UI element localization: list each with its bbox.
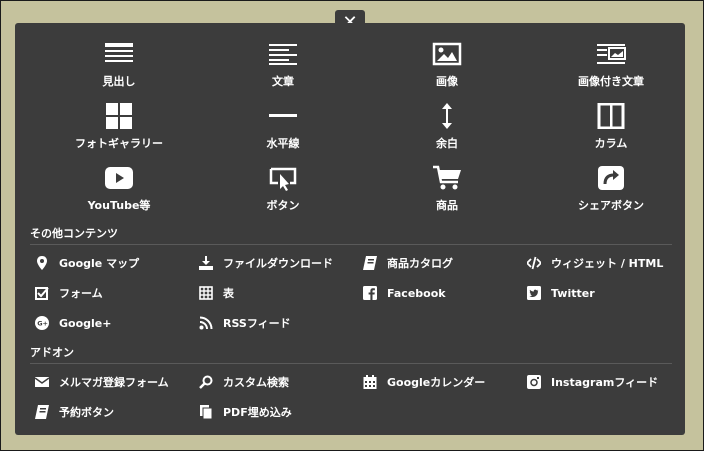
item-google-plus[interactable]: G+ Google+ [35,308,199,338]
item-label: カスタム検索 [223,376,289,389]
tile-label: フォトギャラリー [75,137,163,150]
tile-image-text[interactable]: 画像付き文章 [529,37,693,99]
rss-icon [199,316,213,330]
search-icon [199,375,213,389]
item-form[interactable]: フォーム [35,278,199,308]
content-type-grid: 見出し 文章 画像 画像付き文章 フォトギャラリー 水平線 余白 カラム You… [37,37,693,223]
catalog-icon [363,256,377,270]
item-label: PDF埋め込み [223,406,292,419]
item-label: Facebook [387,286,446,300]
item-label: 商品カタログ [387,257,453,270]
item-custom-search[interactable]: カスタム検索 [199,367,363,397]
content-picker-panel: 見出し 文章 画像 画像付き文章 フォトギャラリー 水平線 余白 カラム You… [15,23,685,435]
tile-label: 余白 [436,137,458,150]
svg-text:G+: G+ [37,320,48,328]
item-pdf-embed[interactable]: PDF埋め込み [199,397,363,427]
item-table[interactable]: 表 [199,278,363,308]
addons-list: メルマガ登録フォーム カスタム検索 Googleカレンダー Instagramフ… [35,367,691,427]
facebook-icon [363,286,377,300]
calendar-icon [363,375,377,389]
tile-share[interactable]: シェアボタン [529,161,693,223]
tile-horizontal-line[interactable]: 水平線 [201,99,365,161]
twitter-icon [527,286,541,300]
mail-icon [35,377,49,387]
instagram-icon [527,375,541,389]
columns-icon [597,103,625,129]
gallery-icon [106,103,132,129]
item-label: 予約ボタン [59,406,114,419]
other-contents-list: Google マップ ファイルダウンロード 商品カタログ ウィジェット / HT… [35,248,691,338]
item-label: RSSフィード [223,317,291,330]
tile-heading[interactable]: 見出し [37,37,201,99]
item-label: 表 [223,287,234,300]
item-label: ウィジェット / HTML [551,257,664,270]
tile-label: ボタン [266,199,300,212]
tile-label: 画像付き文章 [578,75,644,88]
tile-spacer[interactable]: 余白 [365,99,529,161]
tile-product[interactable]: 商品 [365,161,529,223]
item-google-map[interactable]: Google マップ [35,248,199,278]
reservation-book-icon [35,405,49,419]
item-file-download[interactable]: ファイルダウンロード [199,248,363,278]
horizontal-line-icon [269,114,297,117]
item-instagram-feed[interactable]: Instagramフィード [527,367,691,397]
item-label: フォーム [59,287,103,300]
tile-label: 見出し [102,75,136,88]
item-label: ファイルダウンロード [223,257,333,270]
table-icon [199,286,213,300]
item-rss-feed[interactable]: RSSフィード [199,308,363,338]
item-label: Instagramフィード [551,376,659,389]
item-product-catalog[interactable]: 商品カタログ [363,248,527,278]
section-title-addons: アドオン [30,344,672,364]
tile-label: シェアボタン [578,199,644,212]
item-label: Google+ [59,316,112,330]
text-icon [269,44,297,65]
tile-label: 文章 [272,75,294,88]
image-icon [432,42,462,66]
tile-text[interactable]: 文章 [201,37,365,99]
tile-columns[interactable]: カラム [529,99,693,161]
pdf-icon [200,405,213,419]
tile-label: YouTube等 [87,199,151,212]
tile-button[interactable]: ボタン [201,161,365,223]
youtube-icon [105,167,133,189]
item-label: メルマガ登録フォーム [59,376,169,389]
item-label: Google マップ [59,257,140,270]
image-text-icon [597,44,626,64]
tile-youtube[interactable]: YouTube等 [37,161,201,223]
button-icon [269,167,297,191]
item-widget-html[interactable]: ウィジェット / HTML [527,248,691,278]
code-icon [527,256,541,270]
tile-gallery[interactable]: フォトギャラリー [37,99,201,161]
tile-label: カラム [594,137,628,150]
map-marker-icon [37,256,47,270]
share-icon [598,166,624,190]
heading-icon [105,43,133,62]
item-label: Googleカレンダー [387,376,486,389]
cart-icon [433,165,461,190]
item-twitter[interactable]: Twitter [527,278,691,308]
item-newsletter-form[interactable]: メルマガ登録フォーム [35,367,199,397]
item-facebook[interactable]: Facebook [363,278,527,308]
tile-image[interactable]: 画像 [365,37,529,99]
item-google-calendar[interactable]: Googleカレンダー [363,367,527,397]
tile-label: 水平線 [266,137,300,150]
google-plus-icon: G+ [35,316,49,330]
download-icon [199,256,213,270]
item-label: Twitter [551,286,595,300]
section-title-other: その他コンテンツ [30,225,672,245]
form-checkbox-icon [35,287,49,300]
spacer-icon [442,103,452,129]
tile-label: 商品 [436,199,458,212]
tile-label: 画像 [436,75,458,88]
item-reservation-button[interactable]: 予約ボタン [35,397,199,427]
